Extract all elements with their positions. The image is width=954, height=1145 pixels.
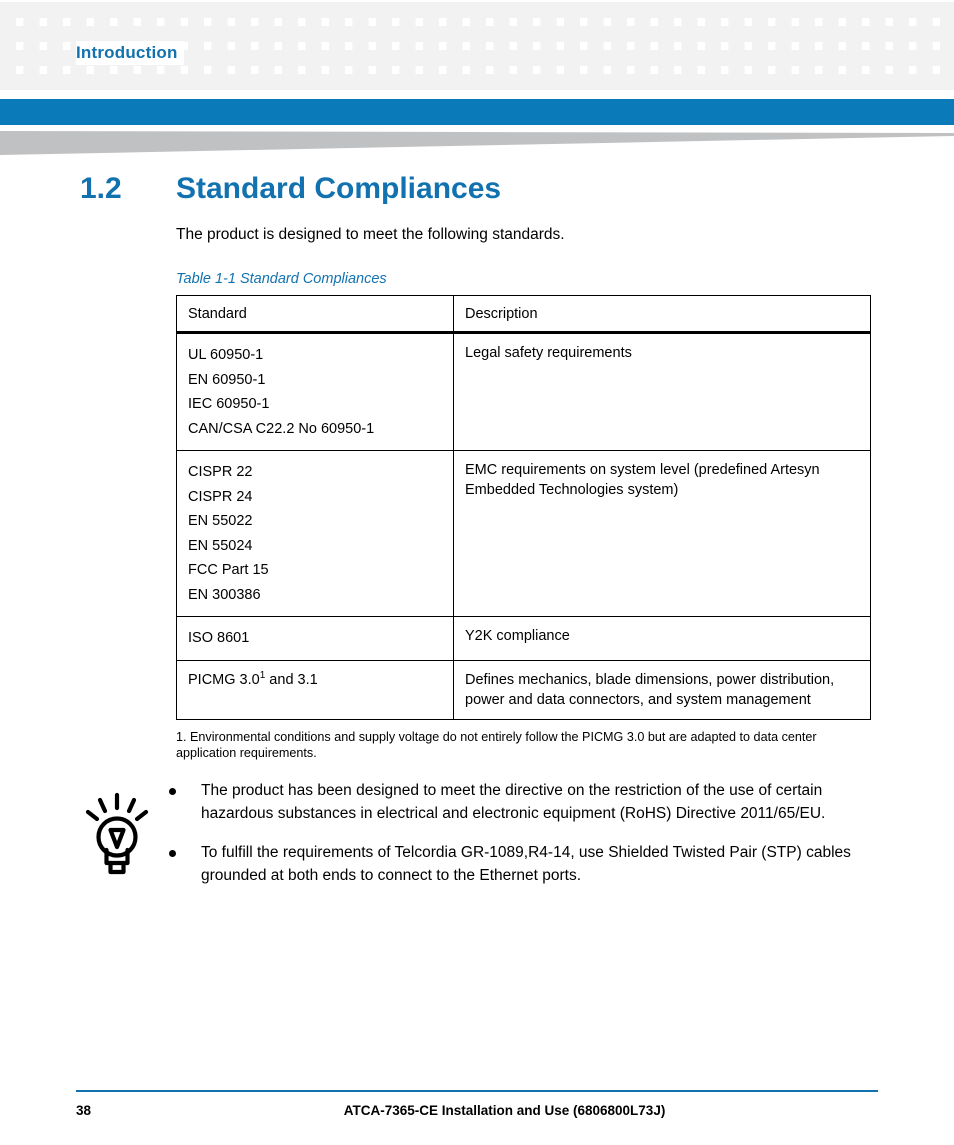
cell-description: Legal safety requirements	[453, 332, 871, 451]
list-item: The product has been designed to meet th…	[164, 780, 870, 825]
list-item: CAN/CSA C22.2 No 60950-1	[188, 420, 375, 437]
cell-standard: ISO 8601	[176, 616, 454, 661]
note-body: The product has been designed to meet th…	[164, 780, 954, 887]
section-number: 1.2	[80, 172, 122, 205]
list-item: EN 60950-1	[188, 371, 266, 388]
standard-compliances-table: Standard Description UL 60950-1 EN 60950…	[176, 295, 871, 720]
column-header-standard: Standard	[176, 295, 454, 334]
page-number: 38	[76, 1103, 92, 1118]
table-header-row: Standard Description	[176, 295, 871, 334]
description-line: Embedded Technologies system)	[465, 482, 679, 498]
list-item: CISPR 24	[188, 488, 253, 505]
table-row: PICMG 3.01 and 3.1 Defines mechanics, bl…	[176, 659, 871, 720]
list-item: EN 300386	[188, 586, 261, 603]
header-grid-mask-bottom	[0, 90, 954, 99]
description-line: Defines mechanics, blade dimensions, pow…	[465, 671, 835, 688]
description-line: power and data connectors, and system ma…	[465, 691, 811, 708]
header-accent-bar	[0, 99, 954, 125]
description-line: Y2K compliance	[465, 628, 570, 644]
description-line: EMC requirements on system level (predef…	[465, 462, 820, 478]
intro-paragraph: The product is designed to meet the foll…	[176, 226, 565, 243]
bullet-icon	[169, 788, 176, 795]
cell-description: Defines mechanics, blade dimensions, pow…	[453, 659, 871, 720]
standard-list: CISPR 22 CISPR 24 EN 55022 EN 55024 FCC …	[188, 460, 443, 607]
page-footer: 38 ATCA-7365-CE Installation and Use (68…	[76, 1090, 878, 1118]
header-gray-wedge	[0, 128, 954, 160]
table-row: UL 60950-1 EN 60950-1 IEC 60950-1 CAN/CS…	[176, 332, 871, 451]
cell-standard: UL 60950-1 EN 60950-1 IEC 60950-1 CAN/CS…	[176, 332, 454, 451]
standard-name-suffix: and 3.1	[265, 671, 318, 688]
lightbulb-icon	[84, 780, 164, 887]
list-item: IEC 60950-1	[188, 396, 270, 412]
note-block: The product has been designed to meet th…	[0, 780, 954, 887]
header-grid-mask-top	[0, 0, 954, 2]
standard-list: ISO 8601	[188, 626, 443, 651]
list-item: EN 55022	[188, 513, 253, 529]
list-item: CISPR 22	[188, 464, 253, 480]
table-footnote: 1. Environmental conditions and supply v…	[176, 729, 817, 761]
cell-description: Y2K compliance	[453, 616, 871, 661]
table-row: ISO 8601 Y2K compliance	[176, 616, 871, 661]
note-text: The product has been designed to meet th…	[201, 782, 826, 822]
list-item: EN 55024	[188, 537, 253, 554]
description-line: Legal safety requirements	[465, 345, 632, 361]
page-content: 1.2 Standard Compliances The product is …	[0, 170, 954, 762]
section-title: Standard Compliances	[176, 172, 502, 205]
section-heading: 1.2 Standard Compliances	[0, 170, 954, 208]
standard-list: UL 60950-1 EN 60950-1 IEC 60950-1 CAN/CS…	[188, 343, 443, 441]
table-row: CISPR 22 CISPR 24 EN 55022 EN 55024 FCC …	[176, 450, 871, 617]
document-title: ATCA-7365-CE Installation and Use (68068…	[343, 1103, 666, 1118]
bullet-icon	[169, 850, 176, 857]
list-item: ISO 8601	[188, 630, 250, 646]
column-header-description: Description	[453, 295, 871, 334]
cell-standard: PICMG 3.01 and 3.1	[176, 659, 454, 720]
note-text: To fulfill the requirements of Telcordia…	[201, 844, 851, 884]
cell-description: EMC requirements on system level (predef…	[453, 450, 871, 617]
table-caption: Table 1-1 Standard Compliances	[176, 271, 387, 287]
cell-standard: CISPR 22 CISPR 24 EN 55022 EN 55024 FCC …	[176, 450, 454, 617]
list-item: FCC Part 15	[188, 562, 269, 578]
footer-row: 38 ATCA-7365-CE Installation and Use (68…	[76, 1103, 878, 1118]
standard-name: PICMG 3.0	[188, 671, 260, 688]
list-item: To fulfill the requirements of Telcordia…	[164, 842, 870, 887]
list-item: UL 60950-1	[188, 347, 264, 363]
note-bullet-list: The product has been designed to meet th…	[164, 780, 870, 887]
chapter-title: Introduction	[76, 41, 184, 65]
footer-rule	[76, 1090, 878, 1092]
